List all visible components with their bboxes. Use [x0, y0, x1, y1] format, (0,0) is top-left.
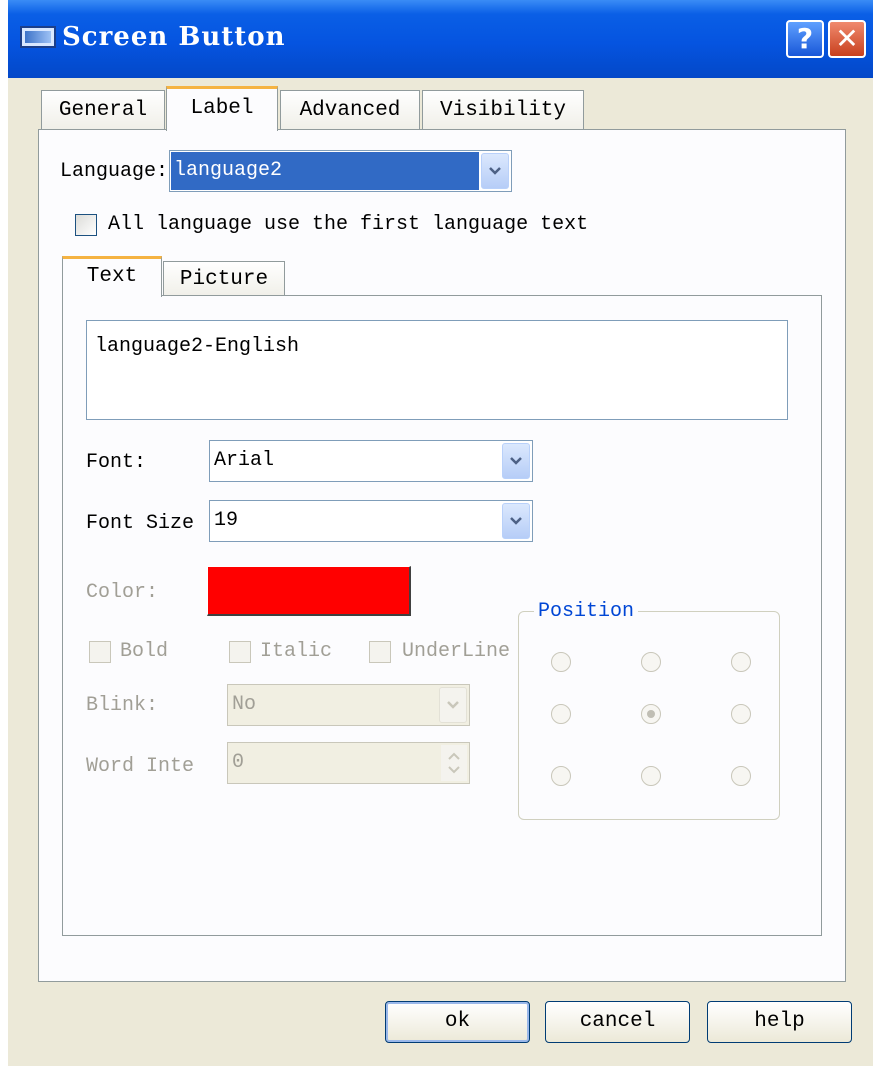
tab-advanced[interactable]: Advanced	[280, 90, 420, 130]
chevron-down-icon[interactable]	[502, 443, 530, 479]
position-bottom-right-radio[interactable]	[731, 766, 751, 786]
position-bottom-center-radio[interactable]	[641, 766, 661, 786]
underline-label: UnderLine	[402, 640, 511, 663]
tab-label-label: Label	[190, 97, 254, 120]
italic-label: Italic	[260, 640, 333, 663]
position-top-left-radio[interactable]	[551, 652, 571, 672]
tab-general[interactable]: General	[41, 90, 165, 130]
help-title-button[interactable]: ?	[786, 20, 824, 58]
blink-value: No	[232, 693, 257, 716]
language-label: Language:	[60, 160, 169, 183]
font-label: Font:	[86, 451, 147, 474]
subtab-text[interactable]: Text	[62, 256, 162, 297]
position-middle-center-radio[interactable]	[641, 704, 661, 724]
chevron-down-icon[interactable]	[481, 153, 509, 189]
all-language-checkbox[interactable]	[75, 214, 97, 236]
word-interval-spinner[interactable]: 0	[227, 742, 470, 784]
position-middle-left-radio[interactable]	[551, 704, 571, 724]
position-top-right-radio[interactable]	[731, 652, 751, 672]
window-title: Screen Button	[62, 22, 286, 52]
font-select[interactable]: Arial	[209, 440, 533, 482]
underline-checkbox[interactable]	[369, 641, 391, 663]
spinner-arrows-icon[interactable]	[441, 745, 467, 781]
italic-checkbox[interactable]	[229, 641, 251, 663]
tab-advanced-label: Advanced	[299, 99, 401, 122]
font-size-value: 19	[214, 509, 239, 532]
all-language-label: All language use the first language text	[108, 213, 589, 236]
color-label: Color:	[86, 581, 159, 604]
close-title-button[interactable]: ✕	[828, 20, 866, 58]
ok-button[interactable]: ok	[385, 1001, 530, 1043]
language-value: language2	[174, 159, 283, 182]
tab-visibility-label: Visibility	[439, 99, 567, 122]
bold-checkbox[interactable]	[89, 641, 111, 663]
language-select[interactable]: language2	[169, 150, 512, 192]
word-interval-label: Word Inte	[86, 755, 195, 778]
color-swatch[interactable]	[207, 566, 411, 616]
bold-label: Bold	[120, 640, 169, 663]
subtab-picture[interactable]: Picture	[163, 261, 285, 297]
cancel-button[interactable]: cancel	[545, 1001, 690, 1043]
screen-button-dialog: Screen Button ? ✕ General Label Advanced…	[8, 0, 873, 1066]
subtab-picture-label: Picture	[179, 268, 269, 291]
tab-label[interactable]: Label	[166, 86, 278, 131]
chevron-down-icon[interactable]	[502, 503, 530, 539]
font-size-label: Font Size	[86, 512, 195, 535]
help-button[interactable]: help	[707, 1001, 852, 1043]
position-label: Position	[534, 600, 639, 623]
font-value: Arial	[214, 449, 275, 472]
title-bar[interactable]: Screen Button ? ✕	[8, 0, 873, 78]
position-top-center-radio[interactable]	[641, 652, 661, 672]
tab-general-label: General	[58, 99, 148, 122]
blink-select[interactable]: No	[227, 684, 470, 726]
blink-label: Blink:	[86, 694, 159, 717]
tab-visibility[interactable]: Visibility	[422, 90, 584, 130]
word-interval-value: 0	[232, 751, 245, 774]
chevron-down-icon[interactable]	[439, 687, 467, 723]
subtab-text-label: Text	[86, 265, 138, 288]
label-text-value: language2-English	[95, 335, 300, 358]
label-text-area[interactable]: language2-English	[86, 320, 788, 420]
window-app-icon	[20, 26, 56, 48]
position-bottom-left-radio[interactable]	[551, 766, 571, 786]
font-size-select[interactable]: 19	[209, 500, 533, 542]
position-middle-right-radio[interactable]	[731, 704, 751, 724]
